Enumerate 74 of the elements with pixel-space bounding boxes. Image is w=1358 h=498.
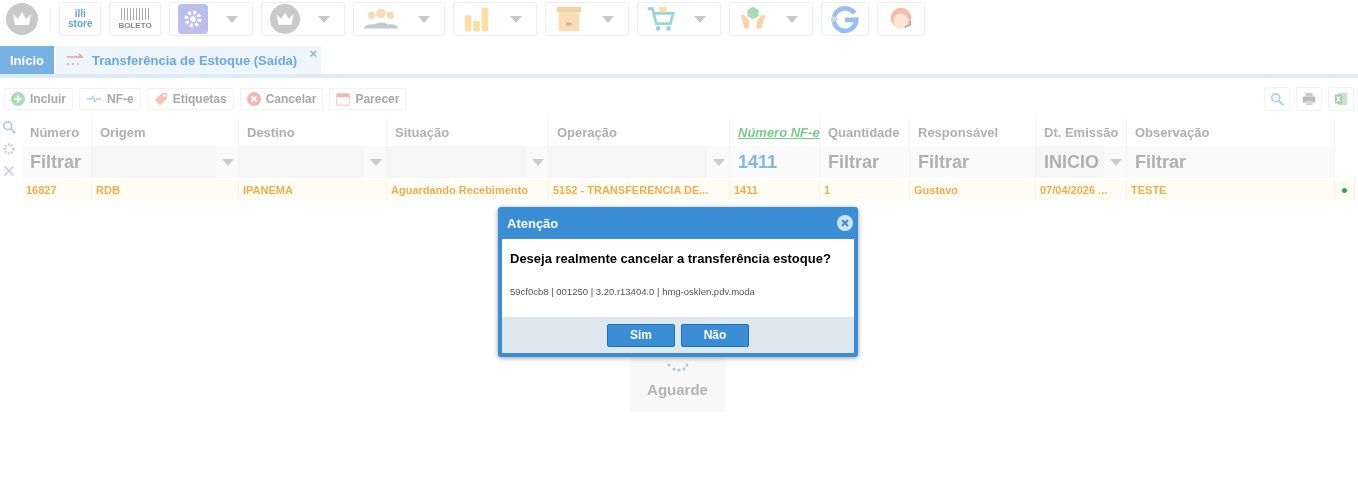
table-cell: Aguardando Recebimento: [387, 180, 549, 200]
table-cell: Gustavo: [910, 180, 1036, 200]
action-button[interactable]: Etiquetas: [146, 88, 234, 110]
dialog-title: Atenção: [507, 215, 559, 231]
crown-icon: [6, 3, 38, 35]
toolbar-button[interactable]: [728, 2, 813, 36]
crown-icon: [269, 4, 300, 34]
tab[interactable]: Transferência de Estoque (Saída) ×: [55, 46, 322, 74]
toolbar-button[interactable]: [876, 2, 925, 36]
table-cell: 1: [820, 180, 910, 200]
caret-icon: [509, 15, 522, 23]
toolbar-button[interactable]: [544, 2, 629, 36]
spinner-icon: [665, 361, 690, 373]
version-info: 59cf0cb8 | 001250 | 3.20.r13404.0 | hmg-osklen.pdv.moda: [510, 286, 756, 297]
caret-icon: [417, 15, 430, 23]
caret-icon: [713, 158, 725, 166]
table-cell: 1411: [730, 180, 820, 200]
caret-icon: [317, 15, 330, 23]
action-button[interactable]: Cancelar: [239, 88, 324, 110]
caret-icon: [693, 15, 706, 23]
filter-field[interactable]: 1411: [730, 146, 819, 178]
search-icon[interactable]: [1270, 92, 1284, 106]
close-icon: [840, 218, 850, 228]
dialog-button[interactable]: Sim: [607, 323, 675, 347]
action-button[interactable]: NF-e: [79, 88, 141, 110]
toolbar-button[interactable]: [352, 2, 445, 36]
calendar-icon: [336, 92, 351, 106]
caret-icon: [601, 15, 614, 23]
toolbar-button[interactable]: [452, 2, 537, 36]
spreadsheet-icon[interactable]: [1334, 92, 1348, 106]
action-button[interactable]: Incluir: [4, 88, 73, 110]
filter-field[interactable]: Filtrar: [820, 146, 909, 178]
cart-icon: [645, 4, 676, 34]
toolbar-button[interactable]: [260, 2, 345, 36]
gear-icon: [177, 4, 208, 34]
settings-icon[interactable]: [2, 142, 16, 156]
caret-icon: [532, 158, 544, 166]
printer-icon[interactable]: [1302, 92, 1316, 106]
transfer-icon: [65, 53, 86, 67]
toolbar-button[interactable]: [636, 2, 721, 36]
cancel-icon: [246, 92, 261, 106]
action-button[interactable]: Parecer: [329, 88, 407, 110]
document-flow-icon: [86, 92, 102, 106]
caret-icon: [222, 158, 234, 166]
loading-label: Aguarde: [647, 381, 708, 398]
table-cell: IPANEMA: [239, 180, 387, 200]
table-cell: 5152 - TRANSFERENCIA DE...: [549, 180, 730, 200]
filter-field[interactable]: Filtrar: [22, 146, 91, 178]
status-dot: [1342, 187, 1347, 193]
caret-icon: [1110, 158, 1122, 166]
close-icon[interactable]: [2, 164, 16, 178]
caret-icon: [785, 15, 798, 23]
search-icon[interactable]: [2, 120, 16, 134]
caret-icon: [225, 15, 238, 23]
tag-icon: [153, 92, 168, 106]
table-cell: TESTE: [1127, 180, 1335, 200]
filter-field[interactable]: Filtrar: [910, 146, 1035, 178]
dialog-message: Deseja realmente cancelar a transferência estoque?: [510, 251, 832, 266]
tab[interactable]: Início: [0, 46, 54, 74]
close-button[interactable]: [837, 215, 853, 231]
toolbar-button[interactable]: BOLETO: [109, 2, 161, 36]
toolbar-button[interactable]: [168, 2, 253, 36]
close-tab-button[interactable]: ×: [309, 47, 318, 60]
plus-icon: [11, 92, 25, 106]
table-cell: 16827: [22, 180, 92, 200]
g-logo-icon: [829, 4, 860, 34]
toolbar-button[interactable]: illi store: [59, 2, 102, 36]
dialog-button[interactable]: Não: [681, 323, 749, 347]
filter-field[interactable]: Filtrar: [1127, 146, 1334, 178]
toolbar-button[interactable]: [820, 2, 869, 36]
filter-dropdown[interactable]: INICIO: [1036, 146, 1104, 178]
table-cell: 07/04/2026 ...: [1036, 180, 1127, 200]
caret-icon: [370, 158, 382, 166]
table-cell: RDB: [92, 180, 239, 200]
